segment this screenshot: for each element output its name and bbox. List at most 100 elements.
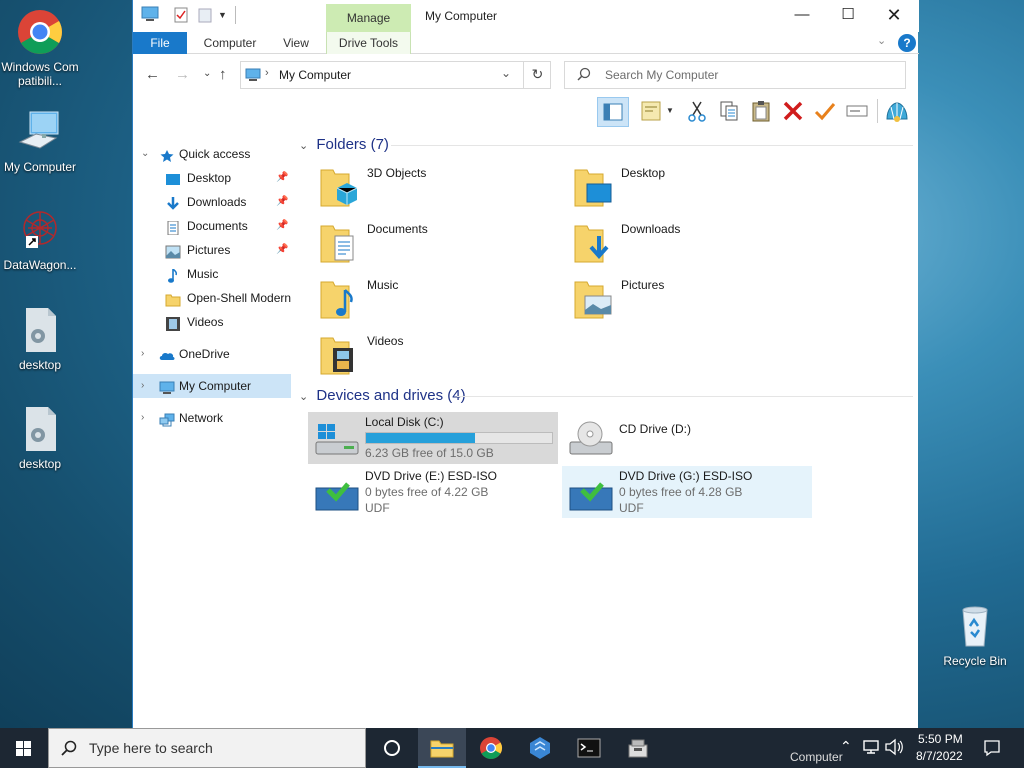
pin-icon[interactable]: 📌	[276, 190, 288, 214]
drives-group-header[interactable]: ⌄ Devices and drives (4)	[299, 384, 913, 408]
volume-icon[interactable]	[884, 738, 904, 758]
paste-icon[interactable]	[749, 99, 773, 123]
desktop-icon-recycle-bin[interactable]: Recycle Bin	[935, 602, 1015, 668]
select-check-icon[interactable]	[813, 99, 837, 123]
folder-desktop[interactable]: Desktop	[563, 162, 803, 212]
desktop-icon-desktop-2[interactable]: desktop	[0, 405, 80, 471]
nav-pictures[interactable]: Pictures 📌	[133, 238, 291, 262]
network-tray-icon[interactable]	[862, 738, 880, 758]
group-chevron-icon[interactable]: ⌄	[299, 140, 308, 152]
delete-icon[interactable]	[781, 99, 805, 123]
nav-quick-access[interactable]: ⌄ Quick access	[133, 142, 291, 166]
back-arrow-icon[interactable]: ←	[145, 66, 160, 83]
drive-e[interactable]: DVD Drive (E:) ESD-ISO 0 bytes free of 4…	[308, 466, 558, 518]
up-arrow-icon[interactable]: ↑	[219, 66, 227, 83]
nav-videos[interactable]: Videos	[133, 310, 291, 334]
forward-arrow-icon[interactable]: →	[175, 66, 190, 83]
pin-icon[interactable]: 📌	[276, 214, 288, 238]
drive-g[interactable]: DVD Drive (G:) ESD-ISO 0 bytes free of 4…	[562, 466, 812, 518]
search-input[interactable]: Search My Computer	[605, 68, 718, 82]
clock-time[interactable]: 5:50 PM	[918, 732, 963, 748]
tab-view[interactable]: View	[273, 32, 319, 54]
qat-dropdown-icon[interactable]: ▼	[218, 6, 230, 24]
nav-music[interactable]: Music	[133, 262, 291, 286]
new-folder-icon[interactable]	[197, 6, 213, 24]
expanded-chevron-icon[interactable]: ⌄	[141, 142, 149, 166]
folder-downloads[interactable]: Downloads	[563, 218, 803, 268]
refresh-button[interactable]: ↻	[523, 61, 551, 89]
folder-3d-objects[interactable]: 3D Objects	[309, 162, 549, 212]
tab-file[interactable]: File	[133, 32, 187, 54]
taskbar-app-explorer[interactable]	[418, 728, 466, 768]
drive-c[interactable]: Local Disk (C:) 6.23 GB free of 15.0 GB	[308, 412, 558, 464]
rename-icon[interactable]	[845, 99, 869, 123]
properties-icon[interactable]	[173, 6, 189, 24]
collapsed-chevron-icon[interactable]: ›	[141, 342, 144, 366]
collapsed-chevron-icon[interactable]: ›	[141, 406, 144, 430]
recent-dropdown-icon[interactable]: ⌄	[203, 68, 211, 79]
minimize-button[interactable]: —	[779, 0, 825, 30]
desktop-icon-desktop-1[interactable]: desktop	[0, 306, 80, 372]
shell-icon[interactable]	[885, 99, 909, 123]
nav-network[interactable]: › Network	[133, 406, 291, 430]
manage-contextual-tab[interactable]: Manage	[326, 4, 411, 32]
group-title: Folders (7)	[316, 136, 389, 153]
blue-grid-app-icon	[528, 736, 552, 763]
task-view-button[interactable]	[368, 728, 416, 768]
show-hidden-icons-icon[interactable]: ⌃	[840, 738, 852, 758]
address-bar[interactable]: › My Computer ⌄	[240, 61, 551, 89]
tab-computer[interactable]: Computer	[195, 32, 265, 54]
tray-computer-label[interactable]: Computer	[790, 750, 843, 766]
help-icon[interactable]: ?	[898, 34, 916, 52]
maximize-button[interactable]: ☐	[825, 0, 871, 30]
nav-my-computer[interactable]: › My Computer	[133, 374, 291, 398]
start-button[interactable]	[0, 728, 48, 768]
search-box[interactable]: Search My Computer	[564, 61, 906, 89]
group-chevron-icon[interactable]: ⌄	[299, 391, 308, 403]
ribbon-expand-icon[interactable]: ⌄	[877, 34, 886, 47]
explorer-window: ▼ Manage My Computer — ☐ ✕ File Computer…	[132, 0, 919, 728]
layout-icon[interactable]	[639, 99, 663, 123]
clock-date[interactable]: 8/7/2022	[916, 749, 963, 765]
navigation-pane-icon[interactable]	[597, 97, 629, 127]
tab-drive-tools[interactable]: Drive Tools	[326, 32, 411, 54]
desktop-icon-my-computer[interactable]: My Computer	[0, 108, 80, 174]
desktop-folder-icon	[573, 166, 613, 208]
pin-icon[interactable]: 📌	[276, 166, 288, 190]
taskbar-app-terminal[interactable]	[565, 728, 613, 768]
taskbar-search-box[interactable]: Type here to search	[48, 728, 366, 768]
layout-dropdown-icon[interactable]: ▼	[666, 99, 676, 123]
nav-onedrive[interactable]: › OneDrive	[133, 342, 291, 366]
taskbar-app-grid[interactable]	[516, 728, 564, 768]
desktop-icon-datawagon[interactable]: DataWagon...	[0, 206, 80, 272]
address-dropdown-icon[interactable]: ⌄	[501, 66, 511, 80]
folder-name: Downloads	[621, 222, 681, 236]
pin-icon[interactable]: 📌	[276, 238, 288, 262]
nav-desktop[interactable]: Desktop 📌	[133, 166, 291, 190]
address-row: ← → ⌄ ↑ › My Computer ⌄ ↻ Search My Comp…	[133, 58, 919, 92]
breadcrumb-chevron-icon[interactable]: ›	[265, 67, 269, 79]
notifications-icon[interactable]	[983, 739, 1001, 759]
computer-small-icon[interactable]	[141, 6, 159, 24]
taskbar-app-chrome[interactable]	[467, 728, 515, 768]
folder-music[interactable]: Music	[309, 274, 549, 324]
folder-pictures[interactable]: Pictures	[563, 274, 803, 324]
taskbar-search-input[interactable]: Type here to search	[89, 740, 213, 756]
folder-videos[interactable]: Videos	[309, 330, 549, 380]
cut-icon[interactable]	[685, 99, 709, 123]
desktop-icon-label: Windows Compatibili...	[1, 60, 79, 88]
nav-open-shell[interactable]: Open-Shell Modern	[133, 286, 291, 310]
pictures-icon	[165, 243, 181, 259]
close-button[interactable]: ✕	[871, 0, 917, 30]
collapsed-chevron-icon[interactable]: ›	[141, 374, 144, 398]
desktop-icon-windows-compat[interactable]: Windows Compatibili...	[0, 8, 80, 88]
folders-group-header[interactable]: ⌄ Folders (7)	[299, 133, 913, 157]
copy-icon[interactable]	[717, 99, 741, 123]
drive-d[interactable]: CD Drive (D:)	[562, 412, 812, 464]
taskbar-app-other[interactable]	[614, 728, 662, 768]
breadcrumb-current[interactable]: My Computer	[279, 68, 351, 82]
folder-documents[interactable]: Documents	[309, 218, 549, 268]
nav-documents[interactable]: Documents 📌	[133, 214, 291, 238]
nav-downloads[interactable]: Downloads 📌	[133, 190, 291, 214]
chrome-icon	[479, 736, 503, 763]
